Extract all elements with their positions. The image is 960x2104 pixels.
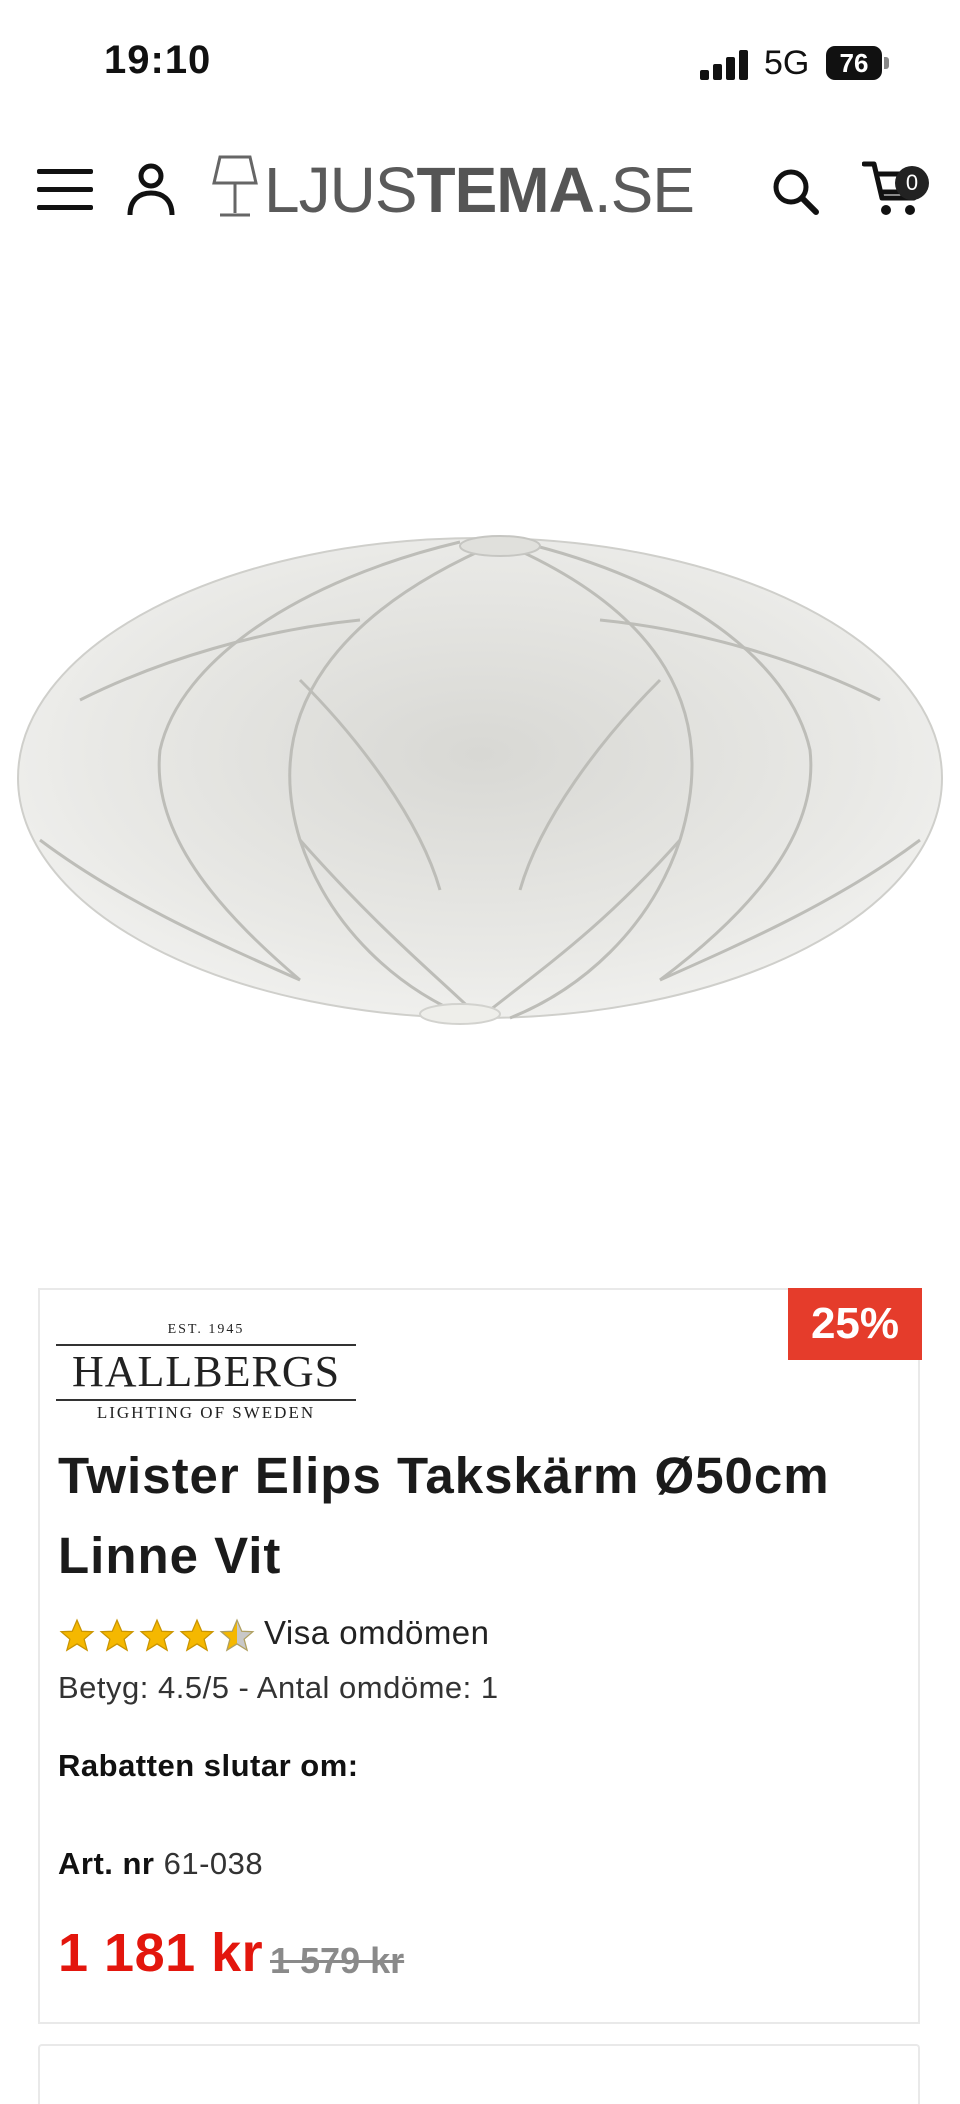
logo-text-se: .SE: [593, 154, 695, 226]
brand-tagline: LIGHTING OF SWEDEN: [96, 1403, 316, 1422]
article-number: Art. nr 61-038: [58, 1846, 263, 1882]
show-reviews-link[interactable]: Visa omdömen: [264, 1614, 490, 1652]
logo-text-tema: TEMA: [416, 154, 595, 226]
product-title: Twister Elips Takskärm Ø50cm Linne Vit: [58, 1447, 830, 1584]
search-icon: [773, 169, 819, 215]
battery-icon: 76: [826, 46, 889, 80]
product-image[interactable]: [0, 280, 960, 1240]
rating-summary: Betyg: 4.5/5 - Antal omdöme: 1: [58, 1670, 499, 1705]
star-half-icon: [219, 1618, 255, 1652]
lamp-logo-icon: [212, 155, 258, 217]
brand-est: EST. 1945: [167, 1322, 245, 1337]
status-bar: 19:10 5G 76: [0, 0, 960, 120]
discount-countdown-label: Rabatten slutar om:: [58, 1748, 359, 1783]
star-full-icon: [59, 1618, 95, 1652]
rating-stars[interactable]: [58, 1616, 258, 1656]
account-button[interactable]: [124, 160, 178, 218]
network-label: 5G: [764, 44, 810, 82]
current-price: 1 181 kr: [58, 1923, 264, 1983]
status-time: 19:10: [104, 38, 212, 82]
search-button[interactable]: [768, 164, 824, 220]
article-number-label: Art. nr: [58, 1846, 155, 1881]
logo-text-ljus: LJUS: [264, 154, 417, 226]
article-number-value: 61-038: [163, 1846, 264, 1881]
lamp-shade-image: [17, 535, 943, 1025]
cart-count-badge: 0: [895, 166, 929, 200]
next-section-card: [38, 2044, 920, 2104]
brand-name: HALLBERGS: [71, 1347, 341, 1396]
battery-level: 76: [826, 46, 882, 80]
hamburger-icon: [37, 169, 93, 210]
signal-icon: [700, 48, 750, 80]
star-full-icon: [99, 1618, 135, 1652]
brand-logo[interactable]: EST. 1945 HALLBERGS LIGHTING OF SWEDEN: [56, 1322, 356, 1422]
star-full-icon: [139, 1618, 175, 1652]
star-full-icon: [179, 1618, 215, 1652]
user-icon: [127, 163, 175, 216]
menu-button[interactable]: [34, 164, 96, 216]
discount-badge: 25%: [788, 1288, 922, 1360]
original-price: 1 579 kr: [270, 1940, 405, 1981]
site-logo[interactable]: LJUSTEMA.SE: [210, 150, 695, 230]
